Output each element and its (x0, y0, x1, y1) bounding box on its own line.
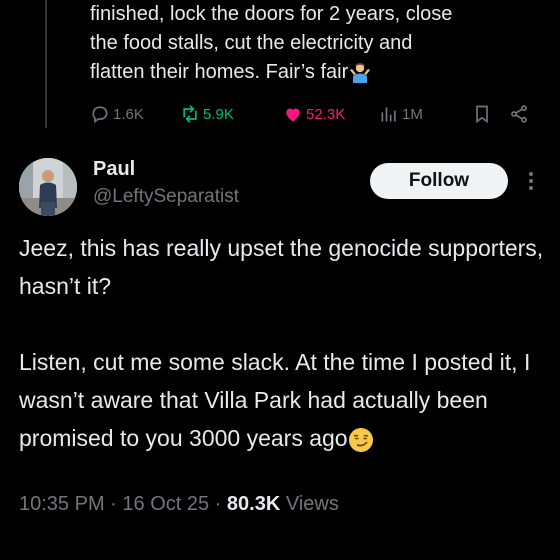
repost-count: 5.9K (203, 105, 234, 123)
previous-tweet-line-3: flatten their homes. Fair’s fair (90, 58, 550, 87)
bookmark-button[interactable] (472, 101, 495, 127)
share-icon (511, 105, 527, 123)
like-count: 52.3K (306, 105, 346, 123)
tweet-time[interactable]: 10:35 PM (19, 493, 105, 515)
avatar-photo (19, 158, 77, 216)
reply-button[interactable]: 1.6K (90, 101, 144, 127)
thread-line (45, 0, 47, 128)
share-button[interactable] (509, 101, 532, 127)
tweet-views-count: 80.3K (226, 493, 281, 515)
avatar[interactable] (19, 158, 77, 216)
like-button[interactable]: 52.3K (283, 101, 345, 127)
tweet-views-label: Views (285, 493, 339, 515)
more-vertical-icon (529, 172, 533, 190)
reply-count: 1.6K (113, 105, 144, 123)
author-handle[interactable]: @LeftySeparatist (93, 186, 239, 208)
repost-icon (183, 105, 197, 123)
analytics-icon (381, 107, 396, 122)
person-shrugging-emoji (350, 62, 371, 83)
previous-tweet-text: finished, lock the doors for 2 years, cl… (90, 0, 550, 87)
smirking-face-emoji (348, 427, 373, 452)
views-count: 1M (402, 105, 423, 123)
heart-icon (286, 108, 300, 122)
previous-tweet-line-1: finished, lock the doors for 2 years, cl… (90, 3, 453, 25)
tweet-meta: 10:35 PM · 16 Oct 25 · 80.3K Views (19, 493, 339, 516)
reply-icon (92, 106, 108, 124)
follow-button[interactable]: Follow (370, 163, 508, 199)
previous-tweet-line-2: the food stalls, cut the electricity and (90, 32, 413, 54)
previous-tweet-line-3-text: flatten their homes. Fair’s fair (90, 61, 349, 83)
more-options-button[interactable] (522, 168, 540, 194)
tweet-date[interactable]: 16 Oct 25 (122, 493, 209, 515)
bookmark-icon (476, 105, 488, 124)
tweet-body-text: Jeez, this has really upset the genocide… (19, 235, 544, 451)
views-button[interactable]: 1M (379, 101, 423, 127)
repost-button[interactable]: 5.9K (180, 101, 234, 127)
meta-separator: · (214, 493, 227, 515)
meta-separator: · (110, 493, 123, 515)
tweet-body: Jeez, this has really upset the genocide… (19, 229, 549, 457)
author-name[interactable]: Paul (93, 158, 135, 181)
previous-tweet-actions: 1.6K 5.9K 52.3K 1M (90, 101, 540, 127)
